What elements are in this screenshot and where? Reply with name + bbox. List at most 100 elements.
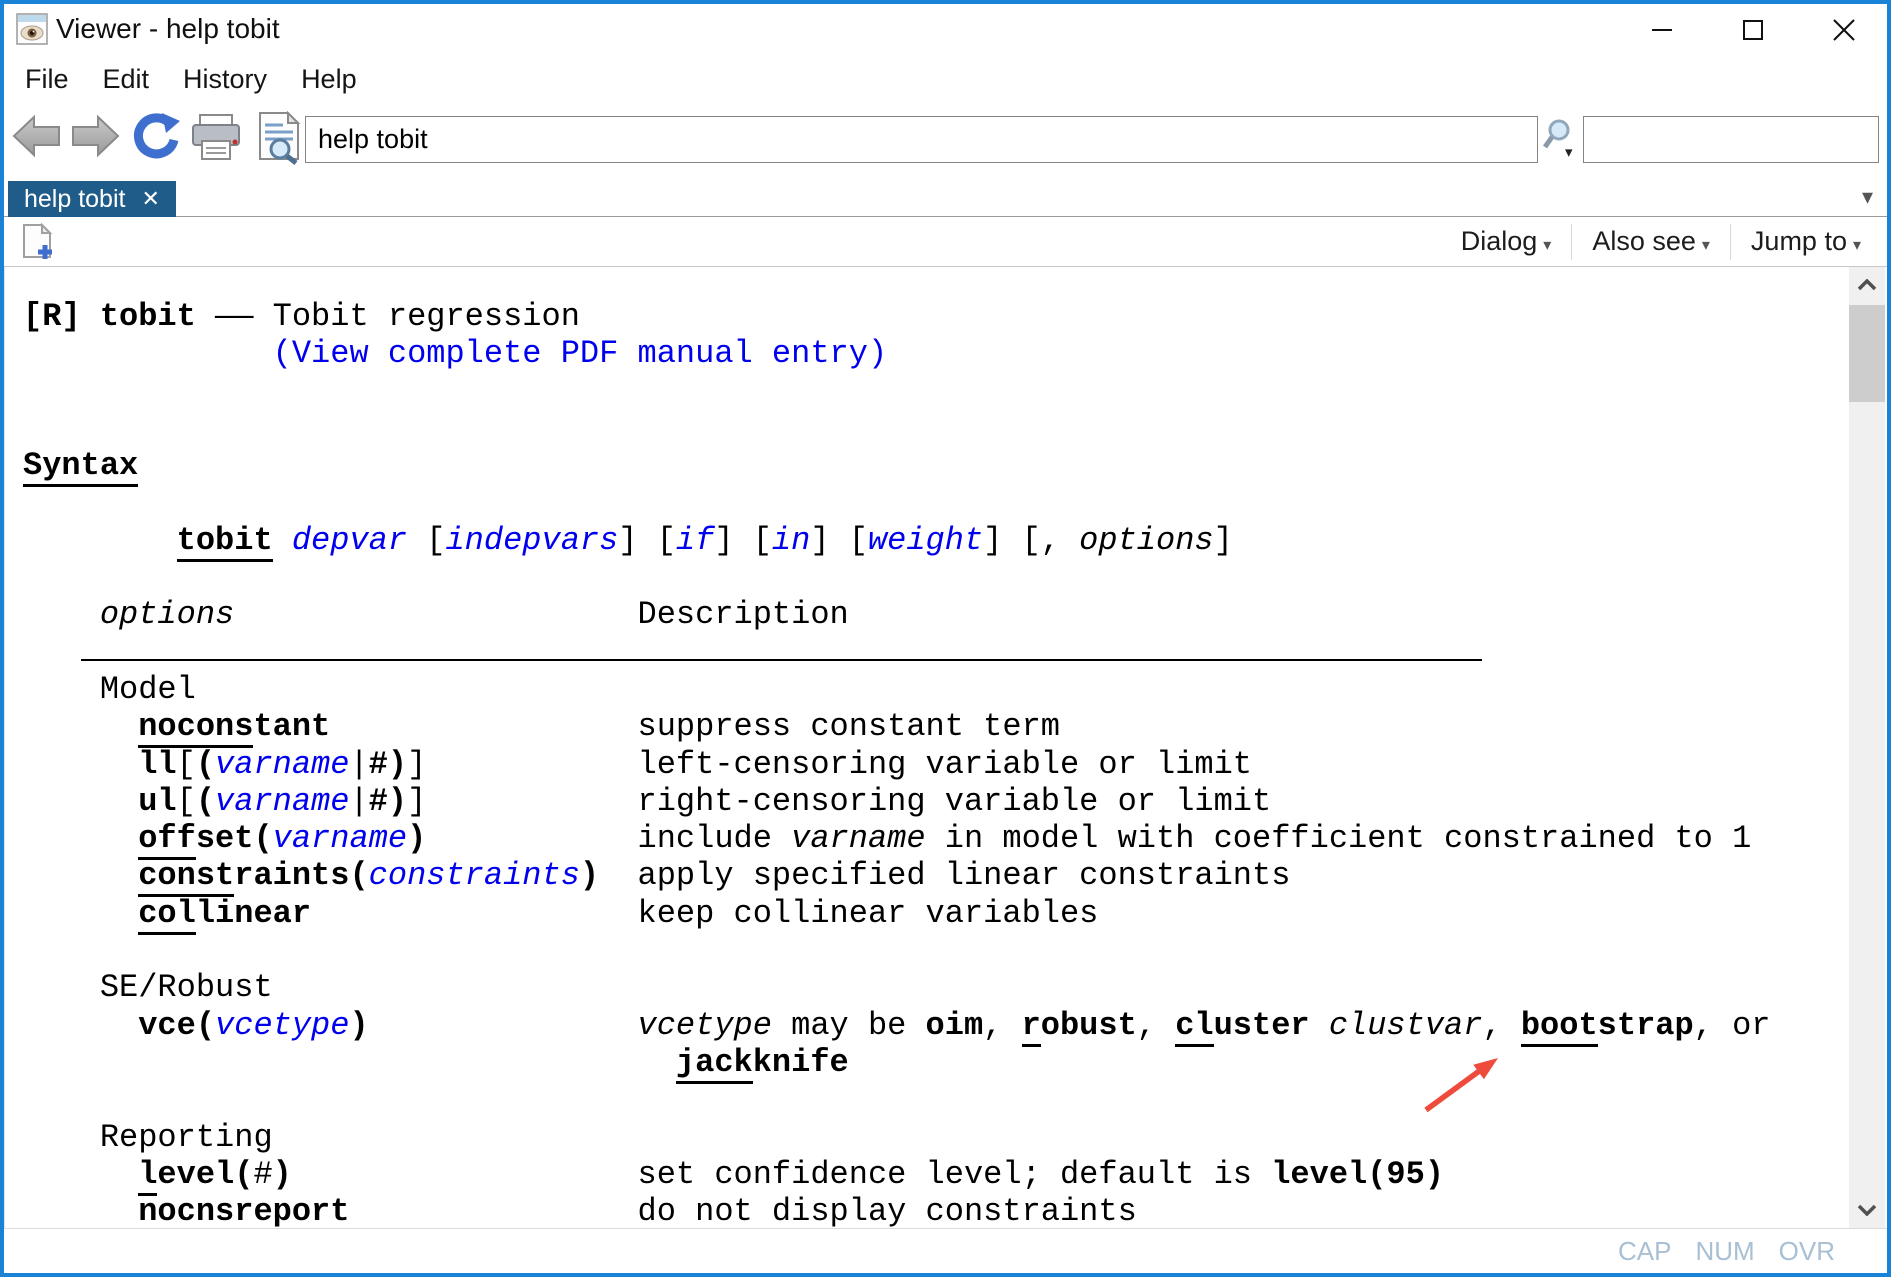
also-see-dropdown-caret: ▾ [1701, 236, 1710, 254]
help-text-segment: Tobit regression [272, 298, 580, 335]
jump-to-button[interactable]: Jump to ▾ [1731, 220, 1881, 263]
help-text-segment: may be [771, 1006, 926, 1044]
help-text-segment: nocnsreport [138, 1193, 350, 1228]
also-see-button[interactable]: Also see ▾ [1572, 220, 1730, 263]
help-text-segment: , [1482, 1006, 1521, 1044]
tab-list-dropdown-icon[interactable]: ▾ [1862, 184, 1873, 210]
help-text-segment: ) [387, 745, 408, 783]
search-menu-button[interactable]: ▾ [1542, 119, 1581, 163]
help-text-segment: options [99, 596, 235, 634]
forward-button[interactable] [70, 113, 120, 164]
close-button[interactable] [1799, 4, 1887, 55]
viewer-window: Viewer - help tobit File Edit History He… [0, 0, 1891, 1277]
help-text-segment: l [138, 1155, 158, 1196]
help-text-segment: cl [1175, 1006, 1214, 1047]
help-text-segment [23, 857, 138, 894]
help-text-segment: clustvar [1328, 1006, 1483, 1044]
help-text-segment [23, 895, 138, 932]
help-line [23, 559, 1825, 596]
maximize-button[interactable] [1708, 4, 1798, 55]
help-link[interactable]: varname [273, 820, 407, 857]
help-text-segment: boot [1520, 1006, 1598, 1047]
search-dropdown-caret[interactable]: ▾ [1565, 143, 1573, 161]
help-link[interactable]: varname [215, 746, 349, 783]
page-preview-icon [259, 110, 301, 165]
help-link[interactable]: indepvars [445, 522, 618, 559]
help-text-segment: ] [ [618, 521, 676, 559]
help-text-segment: [R] [23, 298, 81, 335]
help-text-segment: | [349, 745, 369, 783]
main-toolbar: ▾ [4, 103, 1887, 175]
scroll-down-button[interactable] [1849, 1192, 1885, 1228]
tab-close-icon[interactable]: ✕ [141, 186, 159, 212]
help-text-segment: ( [234, 1155, 254, 1193]
help-text-segment: knife [752, 1043, 849, 1081]
help-link[interactable]: weight [868, 522, 983, 559]
help-line: ul[(varname|#)] right-censoring variable… [23, 783, 1825, 820]
dialog-button[interactable]: Dialog ▾ [1441, 220, 1572, 263]
new-viewer-button[interactable] [18, 222, 56, 261]
help-text-segment: set confidence level; default is [637, 1155, 1272, 1193]
help-line: options Description [23, 596, 1825, 633]
help-line: (View complete PDF manual entry) [23, 335, 1825, 372]
address-input[interactable] [305, 116, 1538, 163]
menu-edit[interactable]: Edit [86, 58, 167, 101]
help-line: noconstant suppress constant term [23, 708, 1825, 749]
help-line [23, 484, 1825, 521]
help-link[interactable]: if [676, 522, 714, 559]
help-link[interactable]: depvar [292, 522, 407, 559]
printer-icon [192, 114, 240, 160]
scrollbar-thumb[interactable] [1849, 305, 1885, 402]
help-line: Reporting [23, 1119, 1825, 1156]
help-text-segment: oim [925, 1006, 984, 1044]
chevron-up-icon [1857, 279, 1877, 291]
help-text-segment: ul [138, 782, 177, 820]
refresh-button[interactable] [132, 111, 180, 168]
help-link[interactable]: in [772, 522, 810, 559]
help-text-segment: ) [272, 1155, 292, 1193]
table-rule [80, 640, 1483, 661]
help-text-segment [426, 783, 637, 820]
help-text-segment [369, 1007, 638, 1044]
menu-history[interactable]: History [166, 58, 284, 101]
help-link[interactable]: (View complete PDF manual entry) [273, 335, 888, 372]
back-button[interactable] [12, 113, 62, 164]
search-input[interactable] [1583, 116, 1879, 163]
help-text-segment: right-censoring variable or limit [637, 782, 1272, 820]
new-document-icon [23, 222, 53, 259]
window-title: Viewer - help tobit [56, 13, 280, 44]
help-text-segment: include [637, 820, 792, 858]
vertical-scrollbar[interactable] [1849, 267, 1885, 1228]
menu-file[interactable]: File [8, 58, 86, 101]
help-text-segment [23, 1193, 138, 1228]
caps-lock-indicator: CAP [1617, 1235, 1672, 1266]
scroll-up-button[interactable] [1849, 267, 1885, 303]
title-bar: Viewer - help tobit [4, 4, 1887, 55]
help-text-segment: varname [791, 820, 926, 858]
help-text-segment: ( [253, 820, 273, 858]
help-text-segment [23, 1007, 138, 1044]
help-text-segment: [ [176, 782, 196, 820]
menu-help[interactable]: Help [284, 58, 374, 101]
tab-help-tobit[interactable]: help tobit ✕ [8, 181, 176, 217]
help-link[interactable]: constraints [369, 857, 580, 894]
help-text-segment [311, 895, 637, 932]
minimize-button[interactable] [1617, 4, 1707, 55]
help-text-segment: ) [407, 820, 427, 858]
help-text-segment: r [1021, 1006, 1041, 1047]
help-line: [R] tobit —— Tobit regression [23, 298, 1825, 335]
help-text-segment: col [138, 894, 196, 935]
help-line: level(#) set confidence level; default i… [23, 1155, 1825, 1196]
help-line: tobit depvar [indepvars] [if] [in] [weig… [23, 521, 1825, 562]
help-text-segment [23, 1156, 138, 1193]
help-text-segment: set [195, 820, 254, 858]
help-text-segment: ( [349, 857, 369, 895]
help-text-segment: , or [1693, 1006, 1771, 1044]
print-button[interactable] [190, 113, 242, 168]
help-text-segment [426, 820, 637, 857]
preview-button[interactable] [256, 110, 302, 170]
help-link[interactable]: vcetype [215, 1007, 349, 1044]
help-text-segment [349, 1193, 637, 1228]
help-text-segment [23, 596, 100, 633]
help-link[interactable]: varname [215, 783, 349, 820]
